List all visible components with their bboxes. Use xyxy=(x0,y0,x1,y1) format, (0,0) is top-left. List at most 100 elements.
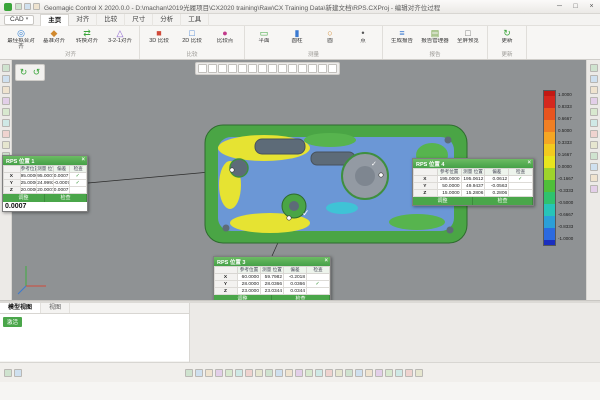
view-iso-icon[interactable] xyxy=(185,369,193,377)
rps-table-4[interactable]: RPS 位置 4×参考位置测量 位置偏差检查X195.0000195.06120… xyxy=(412,158,534,206)
pan-hand-icon[interactable] xyxy=(218,64,227,73)
annotation-icon[interactable] xyxy=(355,369,363,377)
check-cell[interactable]: ✓ xyxy=(70,180,87,187)
check-cell[interactable] xyxy=(307,288,330,295)
check-cell[interactable] xyxy=(307,274,330,281)
cad-menu-button[interactable]: CAD▾ xyxy=(4,15,34,25)
ribbon-button-点[interactable]: •点 xyxy=(347,27,379,51)
bottom-tab-视图[interactable]: 视图 xyxy=(41,303,70,313)
ribbon-button-基准对齐[interactable]: ◆基准对齐 xyxy=(38,27,70,51)
zoom-in-icon[interactable] xyxy=(228,64,237,73)
check-cell[interactable]: ✓ xyxy=(307,281,330,288)
fit-view-icon[interactable] xyxy=(2,119,10,127)
measure-icon[interactable] xyxy=(318,64,327,73)
rps-table-3[interactable]: RPS 位置 3×参考位置测量 位置偏差检查X60.000059.7982-0.… xyxy=(213,256,331,304)
footer-button-调整[interactable]: 调整 xyxy=(413,197,473,205)
help-icon[interactable] xyxy=(590,174,598,182)
texture-icon[interactable] xyxy=(335,369,343,377)
ribbon-button-3D 比较[interactable]: ■3D 比较 xyxy=(143,27,175,51)
tree-icon[interactable] xyxy=(590,64,598,72)
ribbon-button-全屏预览[interactable]: □全屏预览 xyxy=(452,27,484,51)
footer-button-检查[interactable]: 检查 xyxy=(45,194,87,202)
camera-icon[interactable] xyxy=(590,130,598,138)
grid-icon[interactable] xyxy=(385,369,393,377)
maximize-icon[interactable]: □ xyxy=(571,3,580,10)
section-icon[interactable] xyxy=(590,152,598,160)
screenshot-icon[interactable] xyxy=(405,369,413,377)
tab-工具[interactable]: 工具 xyxy=(181,14,209,26)
shaded-icon[interactable] xyxy=(258,64,267,73)
model-manager-icon[interactable] xyxy=(590,75,598,83)
select-icon[interactable] xyxy=(2,64,10,72)
tab-对齐[interactable]: 对齐 xyxy=(69,14,97,26)
settings-icon[interactable] xyxy=(590,185,598,193)
ribbon-button-比较点[interactable]: ●比较点 xyxy=(209,27,241,51)
zoom-icon[interactable] xyxy=(285,369,293,377)
settings-icon[interactable] xyxy=(415,369,423,377)
deviation-color-icon[interactable] xyxy=(345,369,353,377)
rps-table-title[interactable]: RPS 位置 4× xyxy=(413,159,533,168)
light-icon[interactable] xyxy=(590,141,598,149)
tab-尺寸[interactable]: 尺寸 xyxy=(125,14,153,26)
report-icon[interactable] xyxy=(590,108,598,116)
rotate-cw-icon[interactable] xyxy=(255,369,263,377)
check-cell[interactable] xyxy=(509,190,533,197)
shaded-icon[interactable] xyxy=(315,369,323,377)
zoom-icon[interactable] xyxy=(2,108,10,116)
view-right-icon[interactable] xyxy=(225,369,233,377)
ribbon-button-更新[interactable]: ↻更新 xyxy=(491,27,523,51)
annotation-icon[interactable] xyxy=(288,64,297,73)
close-icon[interactable]: × xyxy=(324,258,328,264)
save-icon[interactable] xyxy=(15,3,22,10)
front-view-icon[interactable] xyxy=(2,130,10,138)
filter-icon[interactable] xyxy=(14,369,22,377)
note-icon[interactable] xyxy=(590,163,598,171)
lasso-icon[interactable] xyxy=(2,75,10,83)
rps-marker[interactable] xyxy=(379,173,383,177)
zoom-window-icon[interactable] xyxy=(238,64,247,73)
camera-icon[interactable] xyxy=(308,64,317,73)
close-icon[interactable]: × xyxy=(587,3,596,10)
redo-icon[interactable] xyxy=(33,3,40,10)
rotate-ccw-icon[interactable] xyxy=(265,369,273,377)
tab-分析[interactable]: 分析 xyxy=(153,14,181,26)
bottom-tab-模型视图[interactable]: 模型视图 xyxy=(0,303,41,313)
wireframe-icon[interactable] xyxy=(268,64,277,73)
close-icon[interactable]: × xyxy=(81,157,85,163)
rps-table-1[interactable]: RPS 位置 1×参考位置测量 位置偏差检查X95.000095.00070.0… xyxy=(2,155,88,212)
rps-table-title[interactable]: RPS 位置 1× xyxy=(3,156,87,165)
ribbon-button-生成报告[interactable]: ≡生成报告 xyxy=(386,27,418,51)
view-front-icon[interactable] xyxy=(195,369,203,377)
arrow-icon[interactable] xyxy=(198,64,207,73)
check-cell[interactable] xyxy=(509,183,533,190)
pan-icon[interactable] xyxy=(275,369,283,377)
check-cell[interactable]: ✓ xyxy=(509,176,533,183)
section-icon[interactable] xyxy=(395,369,403,377)
orbit-icon[interactable]: ↺ xyxy=(31,67,42,78)
ribbon-button-最佳拟合对齐[interactable]: ◎最佳拟合对齐 xyxy=(5,27,37,51)
tree-toggle-icon[interactable] xyxy=(4,369,12,377)
undo-icon[interactable] xyxy=(24,3,31,10)
rps-marker[interactable] xyxy=(287,216,291,220)
rps-marker[interactable] xyxy=(230,168,234,172)
perspective-icon[interactable] xyxy=(375,369,383,377)
rps-table-title[interactable]: RPS 位置 3× xyxy=(214,257,330,266)
deviation-icon[interactable] xyxy=(278,64,287,73)
ribbon-button-3-2-1对齐[interactable]: △3-2-1对齐 xyxy=(104,27,136,51)
ribbon-button-2D 比较[interactable]: □2D 比较 xyxy=(176,27,208,51)
sync-icon[interactable]: ↻ xyxy=(18,67,29,78)
clip-icon[interactable] xyxy=(298,64,307,73)
check-cell[interactable]: ✓ xyxy=(70,173,87,180)
view-top-icon[interactable] xyxy=(235,369,243,377)
tab-主页[interactable]: 主页 xyxy=(40,14,69,26)
footer-button-检查[interactable]: 检查 xyxy=(473,197,533,205)
top-view-icon[interactable] xyxy=(2,141,10,149)
properties-icon[interactable] xyxy=(590,86,598,94)
display-icon[interactable] xyxy=(590,97,598,105)
ribbon-button-转换对齐[interactable]: ⇄转换对齐 xyxy=(71,27,103,51)
orbit-icon[interactable] xyxy=(208,64,217,73)
view-bottom-icon[interactable] xyxy=(245,369,253,377)
fit-icon[interactable] xyxy=(248,64,257,73)
lighting-icon[interactable] xyxy=(365,369,373,377)
close-icon[interactable]: × xyxy=(527,160,531,166)
